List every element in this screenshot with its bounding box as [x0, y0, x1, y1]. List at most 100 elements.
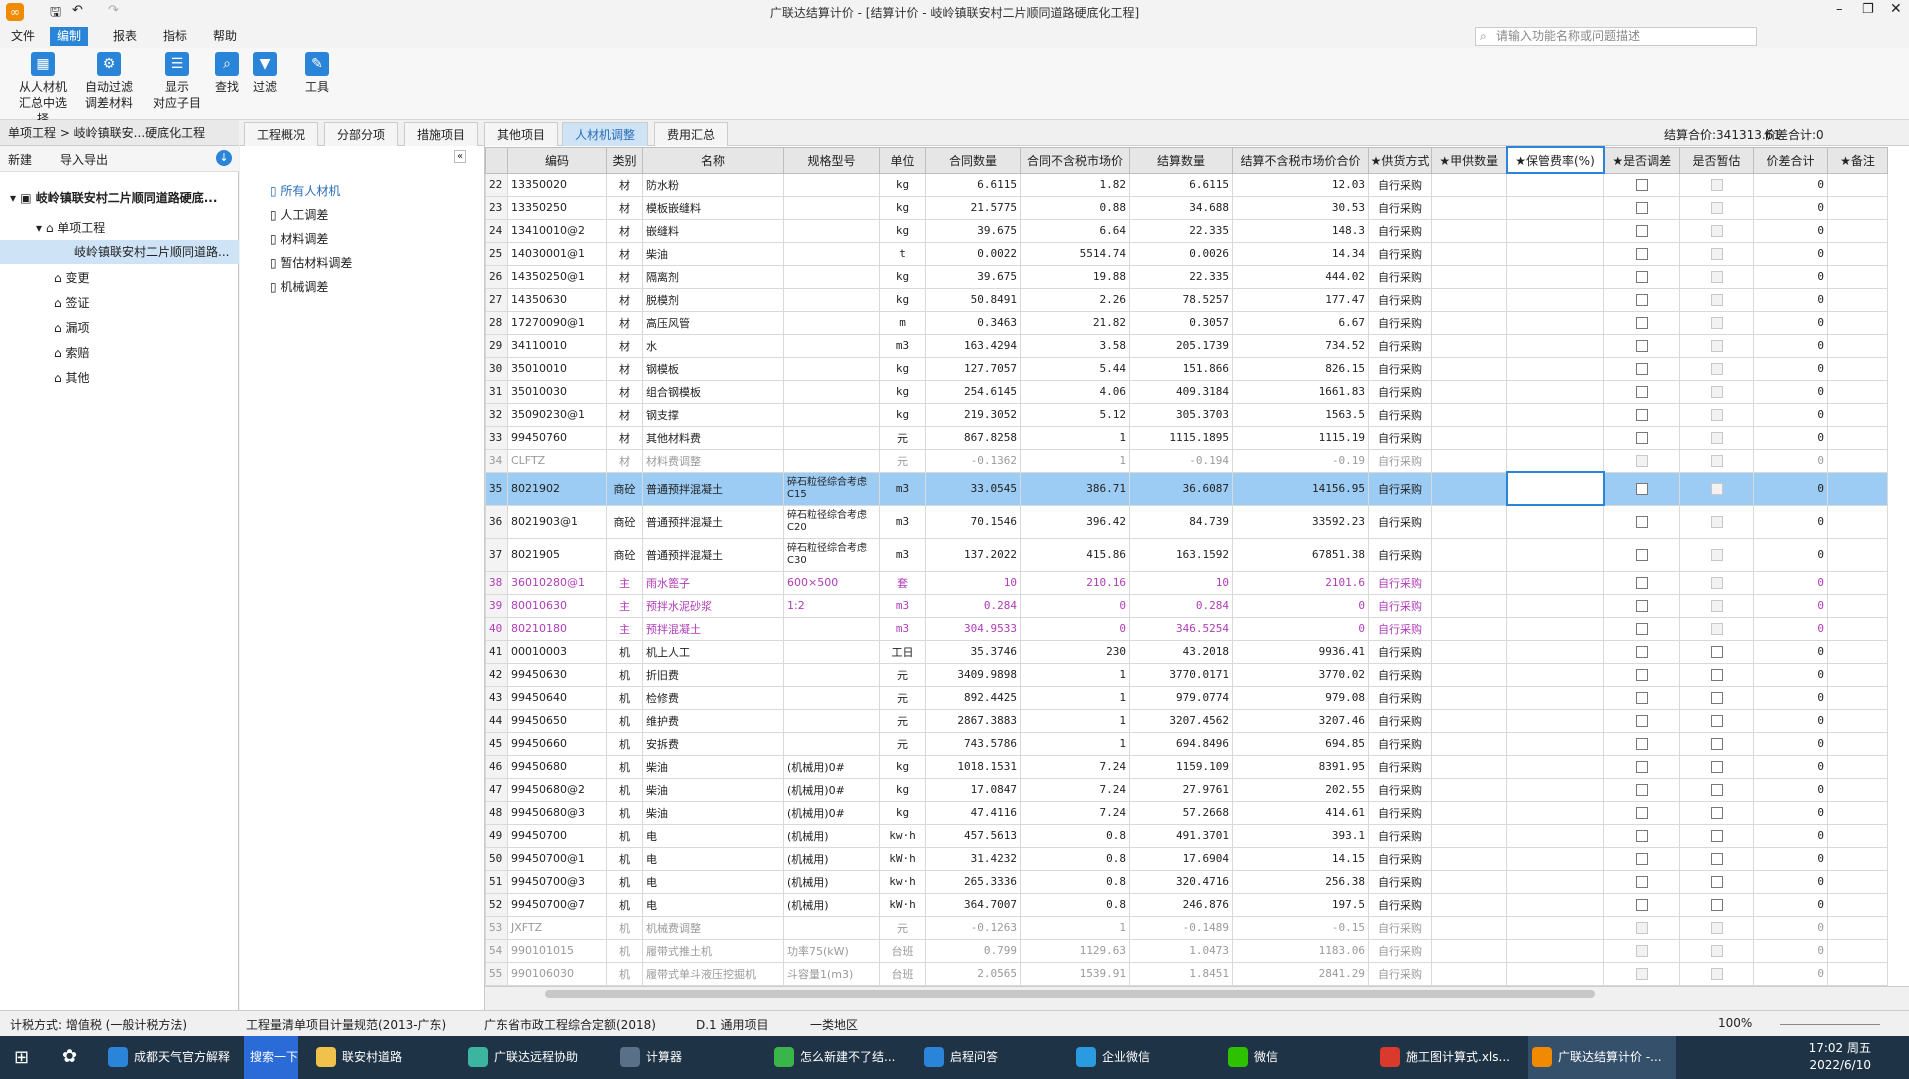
- cell-note[interactable]: [1827, 777, 1888, 802]
- tree-missing-item[interactable]: ⌂ 漏项: [54, 316, 89, 340]
- cell-sup[interactable]: 自行采购: [1368, 731, 1432, 756]
- adjust-checkbox[interactable]: [1635, 899, 1648, 911]
- table-row[interactable]: 30 35010010 材钢模板 kg 127.7057 5.44 151.866 826.1…: [485, 356, 1888, 381]
- cell-note[interactable]: [1827, 287, 1888, 312]
- cell-cp[interactable]: 210.16: [1020, 570, 1130, 595]
- cell-name[interactable]: 模板嵌缝料: [642, 195, 784, 220]
- cell-spec[interactable]: [783, 708, 880, 733]
- cell-cat[interactable]: 机: [606, 869, 643, 894]
- cell-cq[interactable]: 0.3463: [925, 310, 1021, 335]
- cell-note[interactable]: [1827, 172, 1888, 197]
- task-remote-assist[interactable]: 广联达远程协助: [464, 1036, 612, 1079]
- cell-sq[interactable]: 3770.0171: [1129, 662, 1233, 687]
- cell-spec[interactable]: [783, 264, 880, 289]
- cell-storage-rate[interactable]: [1506, 537, 1604, 572]
- cell-code[interactable]: 99450680@3: [507, 800, 607, 825]
- cell-storage-rate[interactable]: [1506, 800, 1604, 825]
- cell-note[interactable]: [1827, 593, 1888, 618]
- cell-supplied-qty[interactable]: [1431, 754, 1507, 779]
- column-header[interactable]: ★甲供数量: [1431, 146, 1507, 174]
- provisional-checkbox[interactable]: [1710, 483, 1723, 495]
- cell-unit[interactable]: 台班: [879, 961, 926, 986]
- cell-supplied-qty[interactable]: [1431, 685, 1507, 710]
- cell-cat[interactable]: 材: [606, 195, 643, 220]
- cell-cq[interactable]: 304.9533: [925, 616, 1021, 641]
- provisional-checkbox[interactable]: [1710, 455, 1723, 467]
- cell-code[interactable]: 990106030: [507, 961, 607, 986]
- tab-other-items[interactable]: 其他项目: [484, 122, 559, 146]
- cell-cq[interactable]: 39.675: [925, 218, 1021, 243]
- cell-cp[interactable]: 386.71: [1020, 471, 1130, 506]
- cell-supplied-qty[interactable]: [1431, 708, 1507, 733]
- cell-supplied-qty[interactable]: [1431, 241, 1507, 266]
- task-search-button[interactable]: 搜索一下: [244, 1036, 298, 1079]
- cell-cq[interactable]: 265.3336: [925, 869, 1021, 894]
- cell-sup[interactable]: 自行采购: [1368, 869, 1432, 894]
- cell-diff[interactable]: 0: [1753, 241, 1828, 266]
- adjust-checkbox[interactable]: [1635, 945, 1648, 957]
- cell-spec[interactable]: 碎石粒径综合考虑 C20: [783, 504, 880, 539]
- provisional-checkbox[interactable]: [1710, 669, 1723, 681]
- cell-supplied-qty[interactable]: [1431, 448, 1507, 473]
- cell-name[interactable]: 钢模板: [642, 356, 784, 381]
- cell-diff[interactable]: 0: [1753, 662, 1828, 687]
- cell-diff[interactable]: 0: [1753, 333, 1828, 358]
- cell-cp[interactable]: 7.24: [1020, 754, 1130, 779]
- cell-sup[interactable]: 自行采购: [1368, 639, 1432, 664]
- cell-diff[interactable]: 0: [1753, 708, 1828, 733]
- cell-note[interactable]: [1827, 616, 1888, 641]
- cell-spec[interactable]: [783, 172, 880, 197]
- tree-unit-project[interactable]: 岐岭镇联安村二片顺同道路...: [0, 240, 239, 264]
- cell-sup[interactable]: 自行采购: [1368, 287, 1432, 312]
- cell-spec[interactable]: [783, 616, 880, 641]
- category-provisional[interactable]: ▯ 暂估材料调差: [270, 252, 352, 274]
- cell-cp[interactable]: 21.82: [1020, 310, 1130, 335]
- cell-unit[interactable]: kW·h: [879, 846, 926, 871]
- cell-spec[interactable]: [783, 662, 880, 687]
- cell-name[interactable]: 钢支撑: [642, 402, 784, 427]
- category-machine[interactable]: ▯ 机械调差: [270, 276, 328, 298]
- cell-code[interactable]: 99450700@1: [507, 846, 607, 871]
- cell-unit[interactable]: t: [879, 241, 926, 266]
- cell-name[interactable]: 安拆费: [642, 731, 784, 756]
- cell-cp[interactable]: 7.24: [1020, 800, 1130, 825]
- cell-unit[interactable]: 元: [879, 915, 926, 940]
- cell-cp[interactable]: 230: [1020, 639, 1130, 664]
- provisional-checkbox[interactable]: [1710, 692, 1723, 704]
- cell-sq[interactable]: 84.739: [1129, 504, 1233, 539]
- table-row[interactable]: 51 99450700@3 机电 (机械用) kw·h 265.3336 0.8 320.47…: [485, 869, 1888, 894]
- task-qa[interactable]: 启程问答: [920, 1036, 1068, 1079]
- cell-spec[interactable]: (机械用)0#: [783, 800, 880, 825]
- cell-spec[interactable]: [783, 356, 880, 381]
- cell-diff[interactable]: 0: [1753, 892, 1828, 917]
- cell-code[interactable]: 990101015: [507, 938, 607, 963]
- adjust-checkbox[interactable]: [1635, 807, 1648, 819]
- cell-code[interactable]: JXFTZ: [507, 915, 607, 940]
- cell-note[interactable]: [1827, 915, 1888, 940]
- cell-sq[interactable]: 0.3057: [1129, 310, 1233, 335]
- cell-diff[interactable]: 0: [1753, 425, 1828, 450]
- cell-note[interactable]: [1827, 195, 1888, 220]
- cell-sq[interactable]: 57.2668: [1129, 800, 1233, 825]
- cell-code[interactable]: 99450680: [507, 754, 607, 779]
- adjust-checkbox[interactable]: [1635, 669, 1648, 681]
- cell-supplied-qty[interactable]: [1431, 356, 1507, 381]
- cell-supplied-qty[interactable]: [1431, 823, 1507, 848]
- cell-sq[interactable]: 3207.4562: [1129, 708, 1233, 733]
- cell-unit[interactable]: kg: [879, 218, 926, 243]
- provisional-checkbox[interactable]: [1710, 386, 1723, 398]
- adjust-checkbox[interactable]: [1635, 225, 1648, 237]
- cell-storage-rate[interactable]: [1506, 172, 1604, 197]
- cell-storage-rate[interactable]: [1506, 823, 1604, 848]
- cell-cat[interactable]: 机: [606, 754, 643, 779]
- find-button[interactable]: ⌕ 查找: [212, 52, 242, 95]
- column-header[interactable]: ★备注: [1827, 146, 1888, 174]
- cell-name[interactable]: 电: [642, 869, 784, 894]
- cell-spec[interactable]: 1:2: [783, 593, 880, 618]
- table-row[interactable]: 31 35010030 材组合钢模板 kg 254.6145 4.06 409.3184 16…: [485, 379, 1888, 404]
- cell-code[interactable]: 99450700@3: [507, 869, 607, 894]
- cell-cat[interactable]: 机: [606, 938, 643, 963]
- cell-cat[interactable]: 机: [606, 777, 643, 802]
- cell-cat[interactable]: 材: [606, 425, 643, 450]
- cell-cat[interactable]: 材: [606, 402, 643, 427]
